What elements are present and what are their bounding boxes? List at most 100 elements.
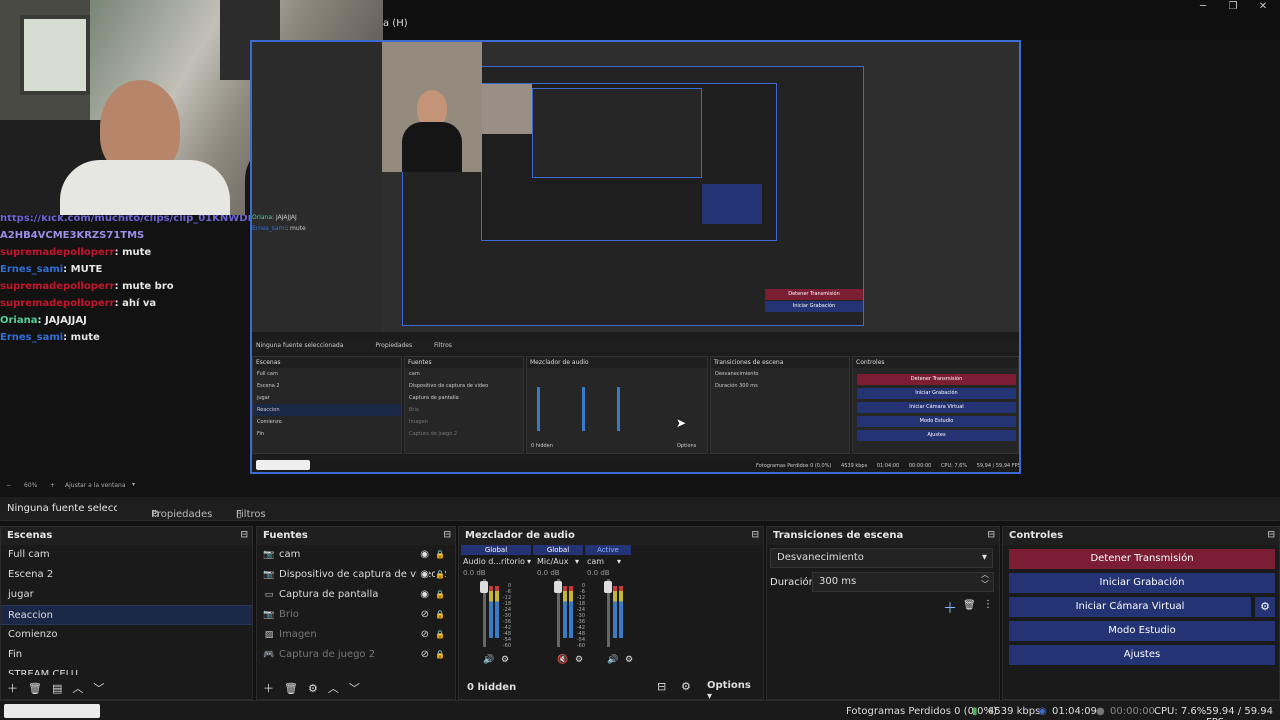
eye-hidden-icon[interactable]: ⊘ [417, 645, 429, 665]
source-item[interactable]: 📷 Brio ⊘ 🔒 [257, 605, 455, 625]
duration-row: Duración 300 ms ︿ ﹀ [767, 570, 999, 596]
fit-window-button[interactable]: Ajustar a la ventana [65, 482, 126, 489]
zoom-out-button[interactable]: − [6, 482, 11, 489]
more-icon[interactable]: ⋮ [983, 599, 993, 610]
undock-icon[interactable]: ⊟ [443, 530, 451, 540]
start-recording-button[interactable]: Iniciar Grabación [1009, 573, 1275, 593]
remove-transition-icon[interactable]: 🗑 [963, 600, 976, 611]
transition-select[interactable]: Desvanecimiento ▾ [770, 548, 993, 568]
fader-handle[interactable] [480, 581, 488, 593]
menu-help[interactable]: a (H) [383, 18, 408, 29]
nested-hidden: 0 hidden [531, 443, 553, 449]
fader-handle[interactable] [604, 581, 612, 593]
scene-item[interactable]: Reaccion [1, 605, 252, 625]
eye-hidden-icon[interactable]: ⊘ [417, 605, 429, 625]
undock-icon[interactable]: ⊟ [240, 530, 248, 540]
scene-item[interactable]: Full cam [1, 545, 252, 565]
source-item[interactable]: 🎮 Captura de juego 2 ⊘ 🔒 [257, 645, 455, 665]
chat-message: : JAJAJJAJ [37, 315, 87, 326]
source-item[interactable]: ▨ Imagen ⊘ 🔒 [257, 625, 455, 645]
move-down-icon[interactable]: ﹀ [349, 682, 360, 695]
chat-line: supremadepolloperr: ahí va [0, 295, 250, 312]
maximize-button[interactable]: ❐ [1218, 0, 1248, 14]
settings-icon[interactable]: ⚙ [681, 680, 691, 693]
move-up-icon[interactable]: ︿ [72, 682, 83, 695]
controls-dock: Controles ⊟ Detener Transmisión Iniciar G… [1002, 526, 1280, 700]
speaker-icon[interactable]: 🔊 [607, 655, 618, 665]
source-list[interactable]: 📷 cam ◉ 🔒 📷 Dispositivo de captura de video 2… [257, 545, 455, 675]
scene-item[interactable]: STREAM CELU [1, 665, 252, 675]
undock-icon[interactable]: ⊟ [1267, 530, 1275, 540]
chevron-down-icon[interactable]: ▾ [617, 557, 621, 566]
source-item[interactable]: 📷 cam ◉ 🔒 [257, 545, 455, 565]
nested-transitions: Transiciones de escena Desvanecimiento D… [710, 356, 850, 454]
nested-webcam [382, 42, 482, 172]
chat-line: supremadepolloperr: mute bro [0, 278, 250, 295]
settings-button[interactable]: Ajustes [1009, 645, 1275, 665]
undock-icon[interactable]: ⊟ [987, 530, 995, 540]
channel-name[interactable]: cam [587, 557, 667, 566]
options-button[interactable]: Options ▾ [707, 680, 761, 702]
undock-icon[interactable]: ⊟ [751, 530, 759, 540]
lock-icon[interactable]: 🔒 [435, 625, 445, 645]
scene-item[interactable]: jugar [1, 585, 252, 605]
scene-item[interactable]: Comienzo [1, 625, 252, 645]
mixer-tab-global-2[interactable]: Global [533, 545, 583, 555]
eye-icon[interactable]: ◉ [417, 545, 429, 565]
duration-input[interactable]: 300 ms ︿ ﹀ [812, 570, 994, 592]
add-transition-icon[interactable]: ＋ [943, 598, 957, 618]
close-button[interactable]: ✕ [1248, 0, 1278, 14]
channel-settings-icon[interactable]: ⚙ [501, 655, 509, 665]
lock-icon[interactable]: 🔒 [435, 565, 445, 585]
scene-list[interactable]: Full cam Escena 2 jugar Reaccion Comienzo Fin… [1, 545, 252, 675]
add-scene-icon[interactable]: ＋ [7, 682, 18, 695]
scene-item[interactable]: Escena 2 [1, 565, 252, 585]
hidden-count[interactable]: 0 hidden [467, 682, 516, 693]
channel-settings-icon[interactable]: ⚙ [575, 655, 583, 665]
eye-icon[interactable]: ◉ [417, 565, 429, 585]
move-up-icon[interactable]: ︿ [328, 682, 339, 695]
level-meter [563, 586, 567, 638]
channel-settings-icon[interactable]: ⚙ [625, 655, 633, 665]
chevron-down-icon[interactable]: ▾ [575, 557, 579, 566]
move-down-icon[interactable]: ﹀ [93, 682, 104, 695]
source-name: Captura de pantalla [279, 589, 379, 600]
stream-icon: ◉ [1038, 706, 1047, 717]
lock-icon[interactable]: 🔒 [435, 585, 445, 605]
source-item[interactable]: ▭ Captura de pantalla ◉ 🔒 [257, 585, 455, 605]
virtual-camera-button[interactable]: Iniciar Cámara Virtual [1009, 597, 1251, 617]
fader-handle[interactable] [554, 581, 562, 593]
source-item[interactable]: 📷 Dispositivo de captura de video 2 ◉ 🔒 [257, 565, 455, 585]
eye-icon[interactable]: ◉ [417, 585, 429, 605]
lock-icon[interactable]: 🔒 [435, 645, 445, 665]
remove-source-icon[interactable]: 🗑 [284, 682, 298, 695]
taskbar-thumb[interactable] [4, 704, 100, 718]
chevron-down-icon[interactable]: ▾ [132, 481, 135, 488]
gear-icon[interactable]: ⚙ [1255, 597, 1275, 617]
remove-scene-icon[interactable]: 🗑 [28, 682, 42, 695]
source-settings-icon[interactable]: ⚙ [308, 682, 318, 695]
lock-icon[interactable]: 🔒 [435, 605, 445, 625]
chevron-down-icon[interactable]: ▾ [527, 557, 531, 566]
properties-bar: Ninguna fuente seleccionac ⚙ Propiedades… [0, 497, 1280, 521]
minimize-button[interactable]: ─ [1188, 0, 1218, 14]
stop-stream-button[interactable]: Detener Transmisión [1009, 549, 1275, 569]
mixer-tab-global[interactable]: Global [461, 545, 531, 555]
zoom-in-button[interactable]: + [50, 482, 55, 489]
mixer-tab-active[interactable]: Active [585, 545, 631, 555]
muted-speaker-icon[interactable]: 🔇 [557, 655, 568, 665]
eye-hidden-icon[interactable]: ⊘ [417, 625, 429, 645]
scene-item[interactable]: Fin [1, 645, 252, 665]
stepper-icon[interactable]: ︿ ﹀ [981, 570, 989, 590]
nested-chat-line: Oriana: JAJAJJAJ [252, 214, 297, 221]
add-source-icon[interactable]: ＋ [263, 682, 274, 695]
speaker-icon[interactable]: 🔊 [483, 655, 494, 665]
layout-icon[interactable]: ⊟ [657, 680, 666, 693]
lock-icon[interactable]: 🔒 [435, 545, 445, 565]
chat-username: A2HB4VCME3KRZS71TMS [0, 230, 145, 241]
preview-canvas[interactable]: Detener Transmisión Iniciar Grabación Or… [250, 40, 1021, 474]
chat-line: Oriana: JAJAJJAJ [0, 312, 250, 329]
scene-filters-icon[interactable]: ▤ [52, 682, 62, 695]
studio-mode-button[interactable]: Modo Estudio [1009, 621, 1275, 641]
db-tick: -60 [502, 643, 511, 649]
